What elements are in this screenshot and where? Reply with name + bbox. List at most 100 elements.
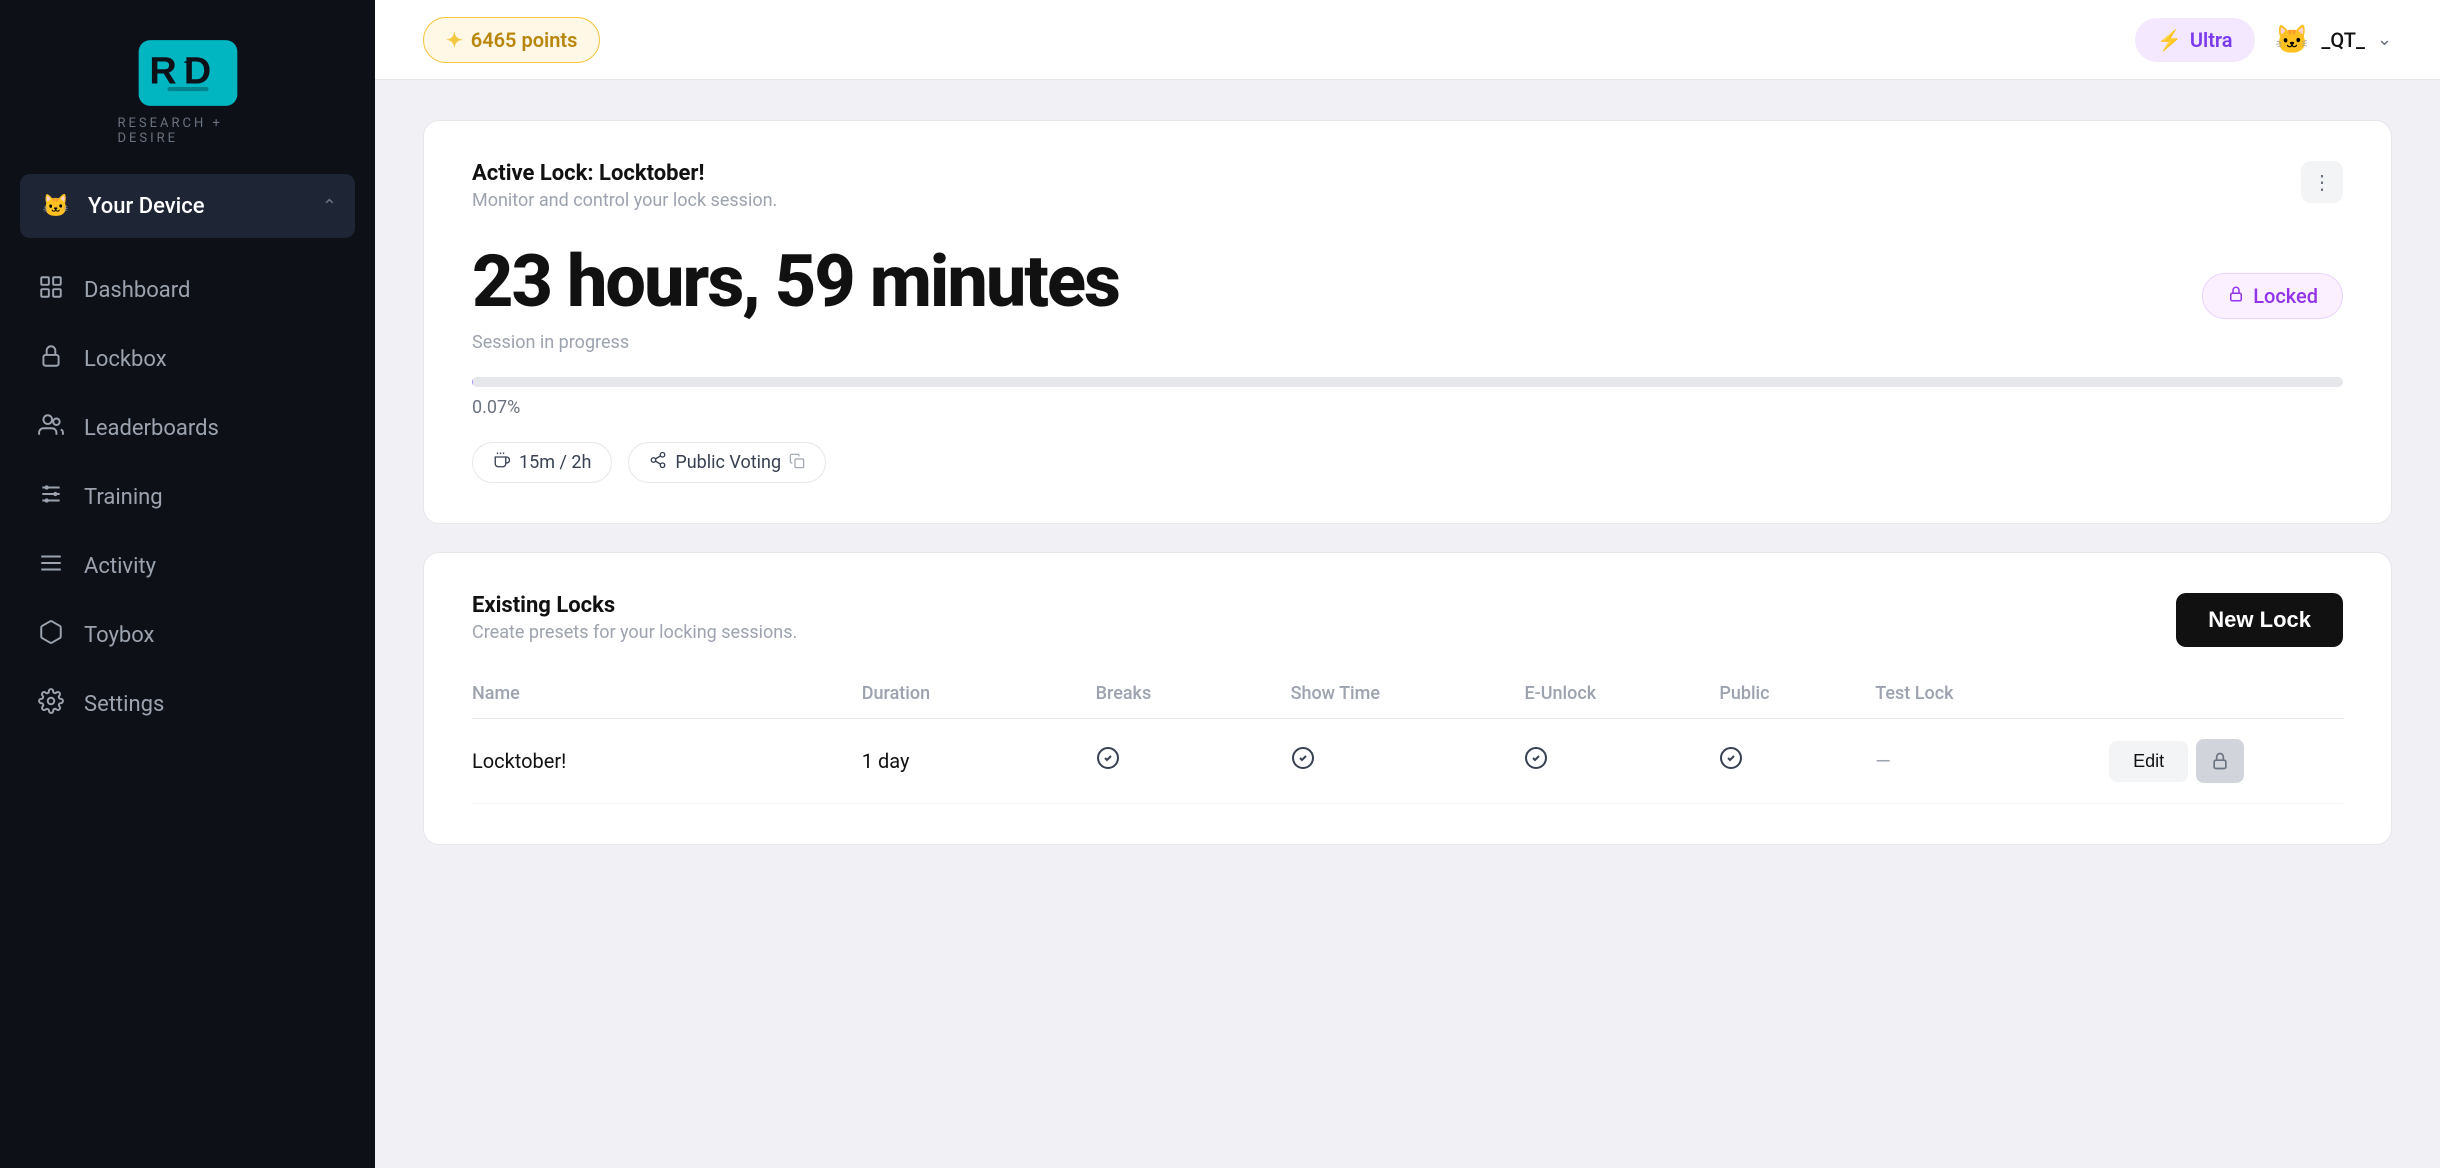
active-lock-header: Active Lock: Locktober! Monitor and cont… [472,161,2343,211]
user-chevron-icon: ⌄ [2377,29,2392,50]
existing-locks-header: Existing Locks Create presets for your l… [472,593,2343,647]
locked-badge: Locked [2202,273,2343,319]
row-public [1719,746,1875,776]
timer-section: 23 hours, 59 minutes Session in progress [472,239,1119,353]
col-duration: Duration [862,683,1096,704]
row-actions: Edit [2109,739,2343,783]
col-e-unlock: E-Unlock [1524,683,1719,704]
ultra-label: Ultra [2190,28,2233,52]
sidebar-item-toybox[interactable]: Toybox [16,603,359,668]
active-lock-card: Active Lock: Locktober! Monitor and cont… [423,120,2392,524]
active-lock-info: Active Lock: Locktober! Monitor and cont… [472,161,777,211]
ultra-icon: ⚡ [2157,28,2182,52]
activity-icon [36,550,66,583]
training-icon [36,481,66,514]
sidebar-item-dashboard[interactable]: Dashboard [16,258,359,323]
more-options-button[interactable]: ⋮ [2301,161,2343,203]
voting-label: Public Voting [675,452,781,473]
device-name: Your Device [88,194,308,219]
timer-display: 23 hours, 59 minutes [472,239,1119,324]
row-show-time [1291,746,1525,776]
device-selector[interactable]: 🐱 Your Device ⌃ [20,174,355,238]
timer-row: 23 hours, 59 minutes Session in progress… [472,239,2343,353]
col-actions [2109,683,2343,704]
device-avatar-icon: 🐱 [38,188,74,224]
more-icon: ⋮ [2312,170,2332,195]
row-duration: 1 day [862,749,1096,773]
voting-tag: Public Voting [628,442,826,483]
row-breaks [1096,746,1291,776]
locked-label: Locked [2253,284,2318,308]
dashboard-icon [36,274,66,307]
toybox-icon [36,619,66,652]
sidebar-logo: R D + RESEARCH + DESIRE [0,0,375,174]
voting-icon [649,451,667,474]
table-header: Name Duration Breaks Show Time E-Unlock … [472,683,2343,719]
sidebar-item-label-dashboard: Dashboard [84,278,190,303]
sidebar-item-settings[interactable]: Settings [16,672,359,737]
existing-locks-subtitle: Create presets for your locking sessions… [472,622,797,643]
public-check-icon [1719,748,1743,776]
sidebar-item-activity[interactable]: Activity [16,534,359,599]
e-unlock-check-icon [1524,748,1548,776]
ultra-badge[interactable]: ⚡ Ultra [2135,18,2255,62]
user-avatar-icon: 🐱 [2275,23,2310,56]
row-test-lock: — [1875,749,2109,773]
new-lock-button[interactable]: New Lock [2176,593,2343,647]
edit-button[interactable]: Edit [2109,741,2188,782]
sidebar-item-label-training: Training [84,485,163,510]
points-value: 6465 points [471,28,578,52]
existing-locks-card: Existing Locks Create presets for your l… [423,552,2392,845]
show-time-check-icon [1291,748,1315,776]
progress-percent: 0.07% [472,397,2343,418]
sidebar-item-lockbox[interactable]: Lockbox [16,327,359,392]
active-lock-title: Active Lock: Locktober! [472,161,777,186]
test-lock-dash: — [1875,749,1891,773]
settings-icon [36,688,66,721]
hygiene-label: 15m / 2h [519,452,591,473]
user-name: _QT_ [2321,28,2365,52]
col-test-lock: Test Lock [1875,683,2109,704]
lock-icon [2227,284,2245,308]
sidebar-nav: Dashboard Lockbox Leaderboards [0,258,375,737]
progress-bar-fill [472,377,473,387]
existing-locks-info: Existing Locks Create presets for your l… [472,593,797,643]
sidebar-item-label-lockbox: Lockbox [84,347,167,372]
main-content: ✦ 6465 points ⚡ Ultra 🐱 _QT_ ⌄ Active Lo… [375,0,2440,1168]
lock-tags: 15m / 2h Public Voting [472,442,2343,483]
existing-locks-title: Existing Locks [472,593,797,618]
sidebar-item-label-leaderboards: Leaderboards [84,416,219,441]
progress-bar-container [472,377,2343,387]
points-badge: ✦ 6465 points [423,17,600,63]
row-name: Locktober! [472,749,862,773]
breaks-check-icon [1096,748,1120,776]
copy-icon[interactable] [789,453,805,473]
session-label: Session in progress [472,332,1119,353]
hygiene-tag: 15m / 2h [472,442,612,483]
row-e-unlock [1524,746,1719,776]
locks-table: Name Duration Breaks Show Time E-Unlock … [472,683,2343,804]
col-breaks: Breaks [1096,683,1291,704]
col-name: Name [472,683,862,704]
points-icon: ✦ [446,28,463,52]
device-chevron-icon: ⌃ [322,196,337,217]
leaderboards-icon [36,412,66,445]
lockbox-icon [36,343,66,376]
svg-text:+: + [183,55,192,71]
sidebar-item-label-activity: Activity [84,554,156,579]
content-area: Active Lock: Locktober! Monitor and cont… [375,80,2440,1168]
sidebar-item-label-settings: Settings [84,692,164,717]
lock-row-button[interactable] [2196,739,2244,783]
logo-text: RESEARCH + DESIRE [118,116,258,146]
active-lock-subtitle: Monitor and control your lock session. [472,190,777,211]
topbar: ✦ 6465 points ⚡ Ultra 🐱 _QT_ ⌄ [375,0,2440,80]
sidebar-item-leaderboards[interactable]: Leaderboards [16,396,359,461]
user-menu[interactable]: 🐱 _QT_ ⌄ [2275,23,2392,56]
col-show-time: Show Time [1291,683,1525,704]
topbar-right: ⚡ Ultra 🐱 _QT_ ⌄ [2135,18,2392,62]
sidebar: R D + RESEARCH + DESIRE 🐱 Your Device ⌃ … [0,0,375,1168]
sidebar-item-training[interactable]: Training [16,465,359,530]
table-row: Locktober! 1 day [472,719,2343,804]
svg-text:R: R [149,51,176,93]
hygiene-icon [493,451,511,474]
